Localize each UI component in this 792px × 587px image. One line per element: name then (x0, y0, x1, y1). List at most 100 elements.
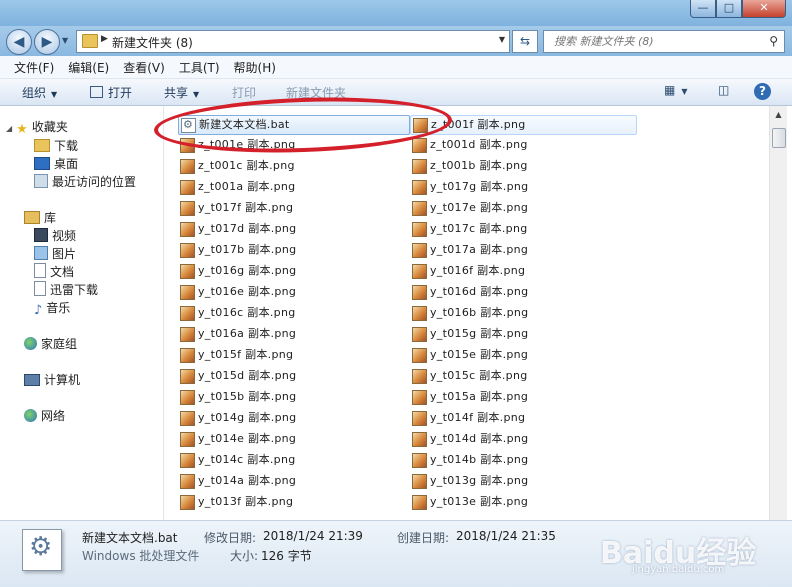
file-item[interactable]: y_t014a 副本.png (178, 472, 408, 490)
breadcrumb-chevron-icon[interactable]: ▶ (101, 34, 108, 44)
file-name: y_t016e 副本.png (198, 285, 297, 298)
help-button[interactable]: ? (754, 83, 771, 100)
new-folder-button[interactable]: 新建文件夹 (286, 84, 346, 101)
png-image-icon (412, 243, 427, 258)
file-item[interactable]: y_t014e 副本.png (178, 430, 408, 448)
scroll-thumb[interactable] (772, 128, 786, 148)
nav-computer[interactable]: 计算机 (24, 371, 80, 388)
maximize-button[interactable]: □ (716, 0, 742, 18)
file-name: z_t001c 副本.png (198, 159, 295, 172)
nav-homegroup[interactable]: 家庭组 (24, 335, 77, 352)
collapse-icon[interactable]: ◢ (6, 124, 12, 133)
file-item[interactable]: y_t016e 副本.png (178, 283, 408, 301)
details-created-label: 创建日期: (397, 531, 450, 545)
file-name: y_t017b 副本.png (198, 243, 297, 256)
png-image-icon (412, 453, 427, 468)
batch-file-large-icon: ⚙ (22, 529, 62, 571)
file-item[interactable]: y_t013g 副本.png (410, 472, 635, 490)
file-item[interactable]: y_t015g 副本.png (410, 325, 635, 343)
file-item[interactable]: y_t017a 副本.png (410, 241, 635, 259)
search-icon[interactable]: ⚲ (769, 34, 778, 48)
change-view-button[interactable]: ▦ ▼ (664, 83, 688, 101)
png-image-icon (180, 159, 195, 174)
file-item[interactable]: y_t013f 副本.png (178, 493, 408, 511)
search-input[interactable] (552, 34, 756, 49)
file-item[interactable]: y_t015c 副本.png (410, 367, 635, 385)
file-item[interactable]: y_t017b 副本.png (178, 241, 408, 259)
file-item[interactable]: y_t016c 副本.png (178, 304, 408, 322)
file-name: y_t015b 副本.png (198, 390, 297, 403)
print-button[interactable]: 打印 (232, 84, 256, 101)
nav-videos[interactable]: 视频 (34, 227, 76, 244)
file-name: y_t016d 副本.png (430, 285, 529, 298)
forward-button[interactable]: ▶ (34, 29, 60, 55)
address-path[interactable]: 新建文件夹 (8) (112, 34, 193, 51)
file-item[interactable]: y_t014f 副本.png (410, 409, 635, 427)
png-image-icon (180, 327, 195, 342)
nav-network[interactable]: 网络 (24, 407, 65, 424)
share-button[interactable]: 共享 ▼ (164, 84, 199, 101)
nav-recent[interactable]: 最近访问的位置 (34, 173, 136, 190)
file-item[interactable]: y_t014c 副本.png (178, 451, 408, 469)
file-item[interactable]: y_t016d 副本.png (410, 283, 635, 301)
nav-pictures[interactable]: 图片 (34, 245, 76, 262)
file-item[interactable]: y_t016b 副本.png (410, 304, 635, 322)
menu-edit[interactable]: 编辑(E) (68, 59, 109, 76)
scroll-up-icon[interactable]: ▲ (770, 106, 787, 123)
open-button[interactable]: 打开 (90, 84, 132, 101)
file-item[interactable]: y_t017c 副本.png (410, 220, 635, 238)
menu-view[interactable]: 查看(V) (123, 59, 165, 76)
recent-pages-dropdown[interactable]: ▼ (62, 36, 68, 45)
back-button[interactable]: ◀ (6, 29, 32, 55)
file-item[interactable]: y_t017f 副本.png (178, 199, 408, 217)
file-item[interactable]: z_t001b 副本.png (410, 157, 635, 175)
details-file-name: 新建文本文档.bat (82, 531, 178, 545)
nav-desktop[interactable]: 桌面 (34, 155, 78, 172)
file-item[interactable]: z_t001d 副本.png (410, 136, 635, 154)
nav-music[interactable]: ♪ 音乐 (34, 299, 70, 318)
file-item[interactable]: y_t016g 副本.png (178, 262, 408, 280)
vertical-scrollbar[interactable]: ▲ (769, 106, 787, 520)
png-image-icon (413, 118, 428, 133)
file-list[interactable]: 新建文本文档.bat z_t001e 副本.png z_t001c 副本.png z_… (164, 106, 768, 520)
nav-libraries[interactable]: 库 (24, 209, 56, 226)
file-item[interactable]: y_t015a 副本.png (410, 388, 635, 406)
file-name: y_t013e 副本.png (430, 495, 529, 508)
file-item[interactable]: y_t017g 副本.png (410, 178, 635, 196)
file-item[interactable]: z_t001f 副本.png (410, 115, 637, 135)
file-item[interactable]: z_t001a 副本.png (178, 178, 408, 196)
file-item[interactable]: y_t017e 副本.png (410, 199, 635, 217)
refresh-button[interactable]: ⇆ (512, 30, 538, 53)
details-modified-label: 修改日期: (204, 531, 257, 545)
minimize-button[interactable]: — (690, 0, 716, 18)
file-item[interactable]: 新建文本文档.bat (178, 115, 410, 135)
batch-file-icon (181, 116, 196, 134)
close-button[interactable]: ✕ (742, 0, 786, 18)
file-item[interactable]: y_t014b 副本.png (410, 451, 635, 469)
menu-help[interactable]: 帮助(H) (234, 59, 276, 76)
file-item[interactable]: y_t013e 副本.png (410, 493, 635, 511)
organize-button[interactable]: 组织 ▼ (22, 84, 57, 101)
nav-documents[interactable]: 文档 (34, 263, 74, 280)
nav-thunder-downloads[interactable]: 迅雷下载 (34, 281, 98, 298)
file-item[interactable]: z_t001e 副本.png (178, 136, 408, 154)
file-item[interactable]: y_t017d 副本.png (178, 220, 408, 238)
nav-favorites[interactable]: ◢ ★ 收藏夹 (6, 118, 68, 137)
file-item[interactable]: y_t016f 副本.png (410, 262, 635, 280)
address-bar[interactable]: ▶ 新建文件夹 (8) ▼ (76, 30, 510, 53)
address-dropdown-icon[interactable]: ▼ (499, 35, 505, 44)
file-item[interactable]: y_t015b 副本.png (178, 388, 408, 406)
menu-tools[interactable]: 工具(T) (179, 59, 220, 76)
file-name: y_t015f 副本.png (198, 348, 294, 361)
preview-pane-button[interactable]: ◫ (718, 83, 729, 101)
file-item[interactable]: z_t001c 副本.png (178, 157, 408, 175)
file-item[interactable]: y_t015e 副本.png (410, 346, 635, 364)
file-item[interactable]: y_t015d 副本.png (178, 367, 408, 385)
file-item[interactable]: y_t014d 副本.png (410, 430, 635, 448)
nav-downloads[interactable]: 下载 (34, 137, 78, 154)
search-box[interactable]: ⚲ (543, 30, 785, 53)
file-item[interactable]: y_t016a 副本.png (178, 325, 408, 343)
file-item[interactable]: y_t014g 副本.png (178, 409, 408, 427)
menu-file[interactable]: 文件(F) (14, 59, 54, 76)
file-item[interactable]: y_t015f 副本.png (178, 346, 408, 364)
